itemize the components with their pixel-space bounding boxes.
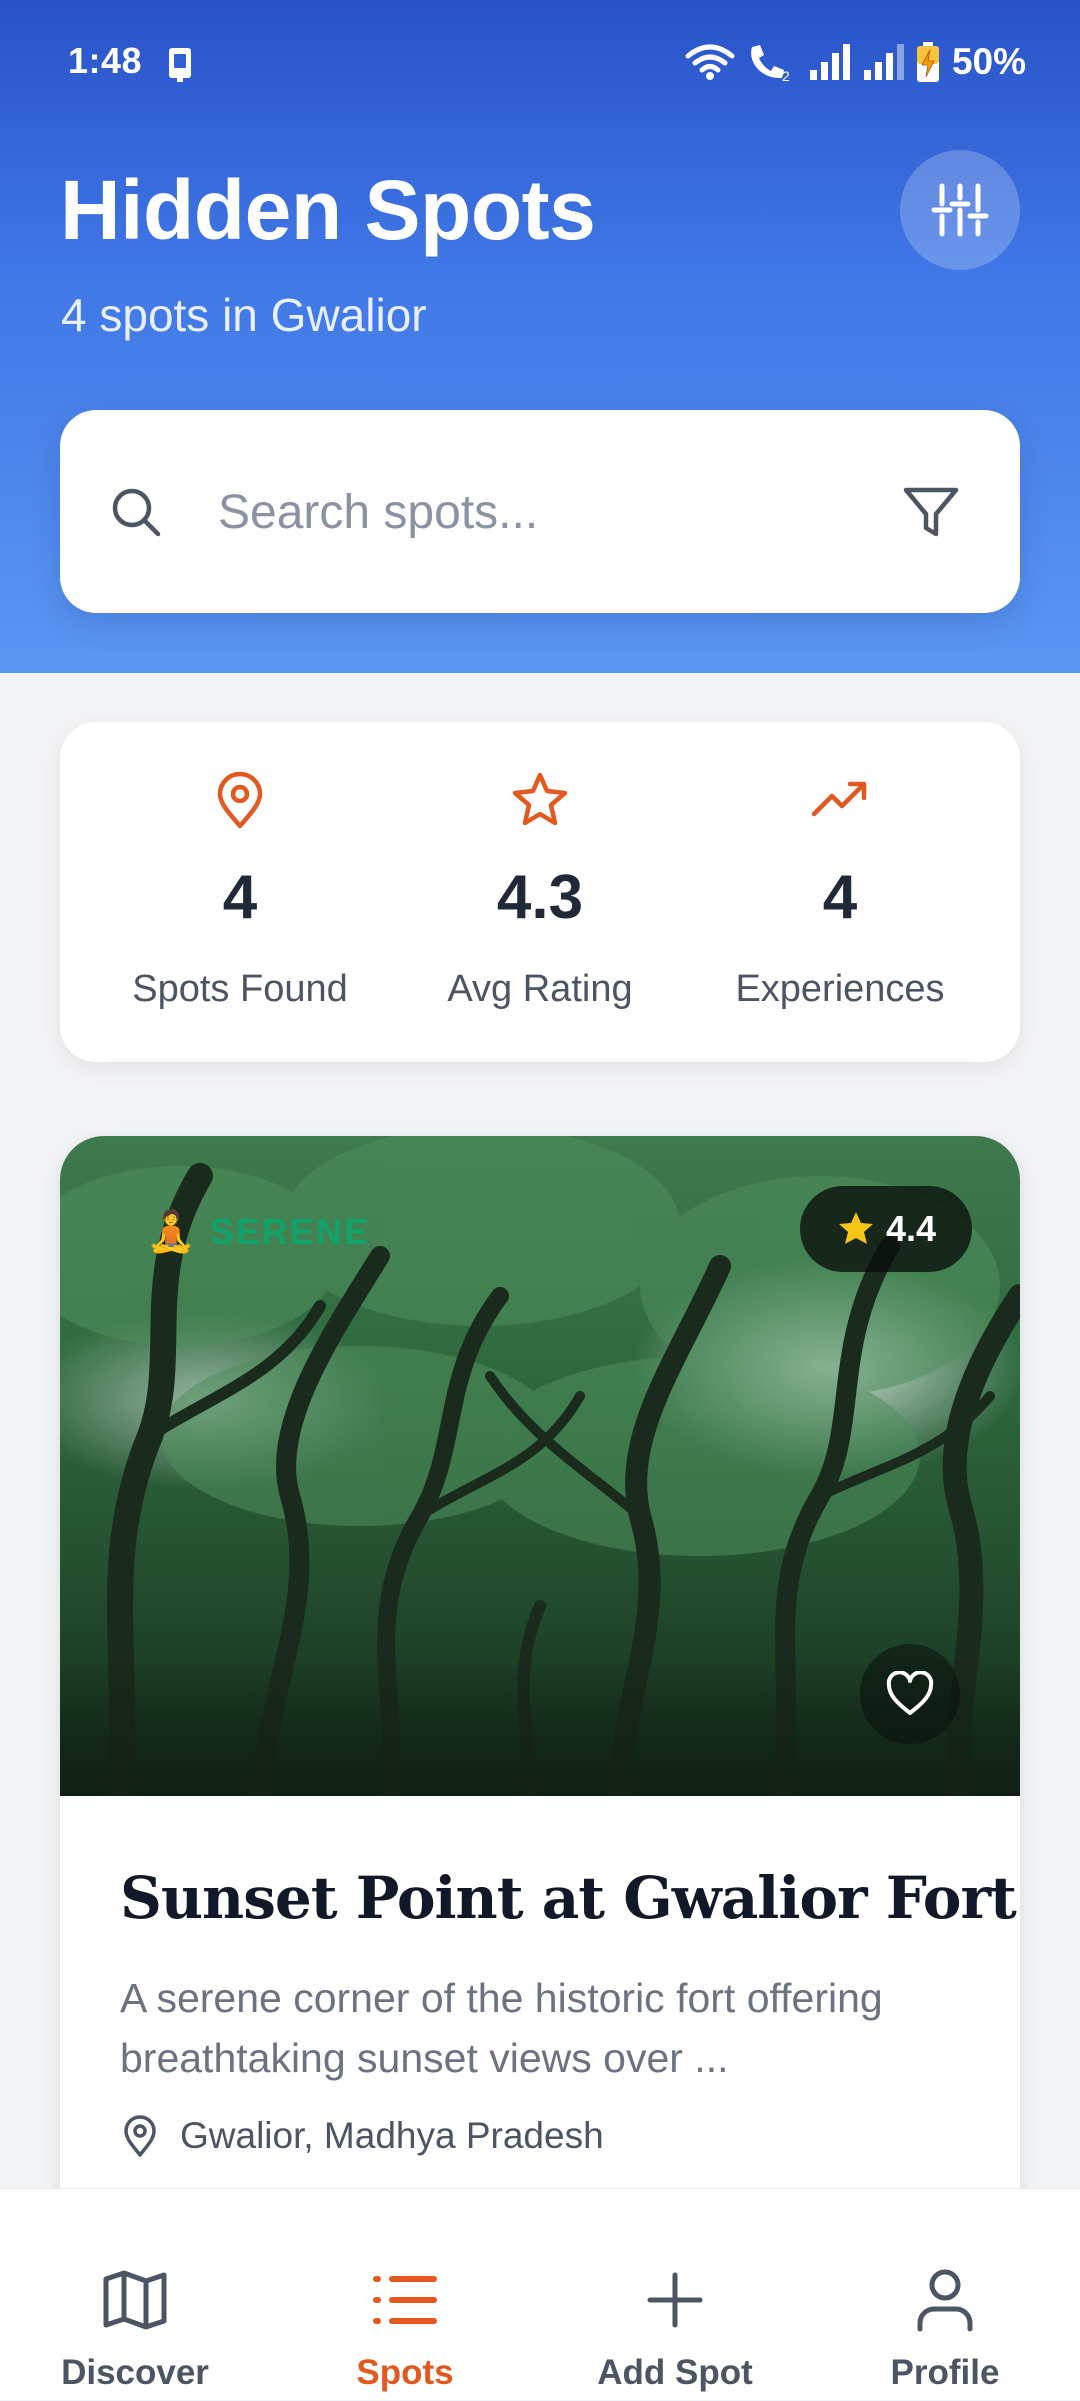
user-icon [917,2269,973,2332]
stat-label: Avg Rating [447,968,633,1010]
stat-label: Experiences [735,968,945,1010]
stat-value: 4 [822,863,858,932]
nav-profile[interactable]: Profile [810,2189,1080,2401]
nav-label: Discover [61,2353,209,2392]
page-subtitle: 4 spots in Gwalior [61,289,427,341]
stat-avg-rating: 4.3 Avg Rating [390,722,690,1062]
wifi-icon [685,44,735,80]
search-bar [60,410,1020,613]
meditation-icon: 🧘 [146,1210,196,1254]
favorite-button[interactable] [860,1644,960,1744]
spot-location: Gwalior, Madhya Pradesh [120,2114,604,2158]
star-filled-icon [838,1212,873,1244]
map-pin-icon [217,771,263,829]
rating-badge: 4.4 [800,1186,972,1272]
category-label: SERENE [209,1211,370,1252]
trending-up-icon [811,781,867,817]
stat-value: 4 [222,863,258,932]
spot-card[interactable]: 🧘 SERENE 4.4 Sunset Point at Gwalior For… [60,1136,1020,2236]
spot-description: A serene corner of the historic fort off… [120,1975,883,2081]
bottom-nav: Discover Spots Add Spot Profile [0,2188,1080,2400]
sim-slot-label: 2 [782,68,790,83]
spot-title: Sunset Point at Gwalior Fort [120,1864,1017,1932]
stat-experiences: 4 Experiences [690,722,990,1062]
signal-icon-2 [863,44,904,80]
status-bar: 1:48 2 50% [0,0,1080,124]
nav-discover[interactable]: Discover [0,2189,270,2401]
map-pin-icon [124,2115,156,2157]
nav-label: Spots [356,2353,454,2392]
nav-label: Add Spot [597,2353,753,2392]
battery-charging-icon [916,42,939,82]
stat-label: Spots Found [132,968,348,1010]
sim-card-icon [169,48,191,82]
stat-value: 4.3 [496,863,584,932]
wifi-call-icon: 2 [751,45,790,83]
plus-icon [647,2272,703,2328]
settings-button[interactable] [900,150,1020,270]
nav-spots[interactable]: Spots [270,2189,540,2401]
stat-spots-found: 4 Spots Found [90,722,390,1062]
filter-icon[interactable] [900,482,962,544]
rating-value: 4.4 [885,1208,937,1249]
signal-icon-1 [809,44,850,80]
location-text: Gwalior, Madhya Pradesh [180,2115,604,2156]
category-badge: 🧘 SERENE [146,1208,370,1256]
header: 1:48 2 50% Hidden Spots 4 spots in Gwali… [0,0,1080,673]
map-icon [103,2270,167,2330]
search-input[interactable] [216,470,916,554]
list-icon [373,2276,437,2324]
battery-percent: 50% [951,41,1026,82]
status-icons: 2 50% [684,38,1026,86]
nav-label: Profile [890,2353,1000,2392]
nav-add-spot[interactable]: Add Spot [540,2189,810,2401]
page-title: Hidden Spots [60,163,596,257]
search-icon [112,488,161,537]
stats-card: 4 Spots Found 4.3 Avg Rating 4 Experienc… [60,722,1020,1062]
heart-icon [886,1671,934,1715]
spot-image: 🧘 SERENE 4.4 [60,1136,1020,1796]
status-time: 1:48 [68,40,143,81]
sliders-icon [931,183,989,237]
star-outline-icon [512,772,568,826]
